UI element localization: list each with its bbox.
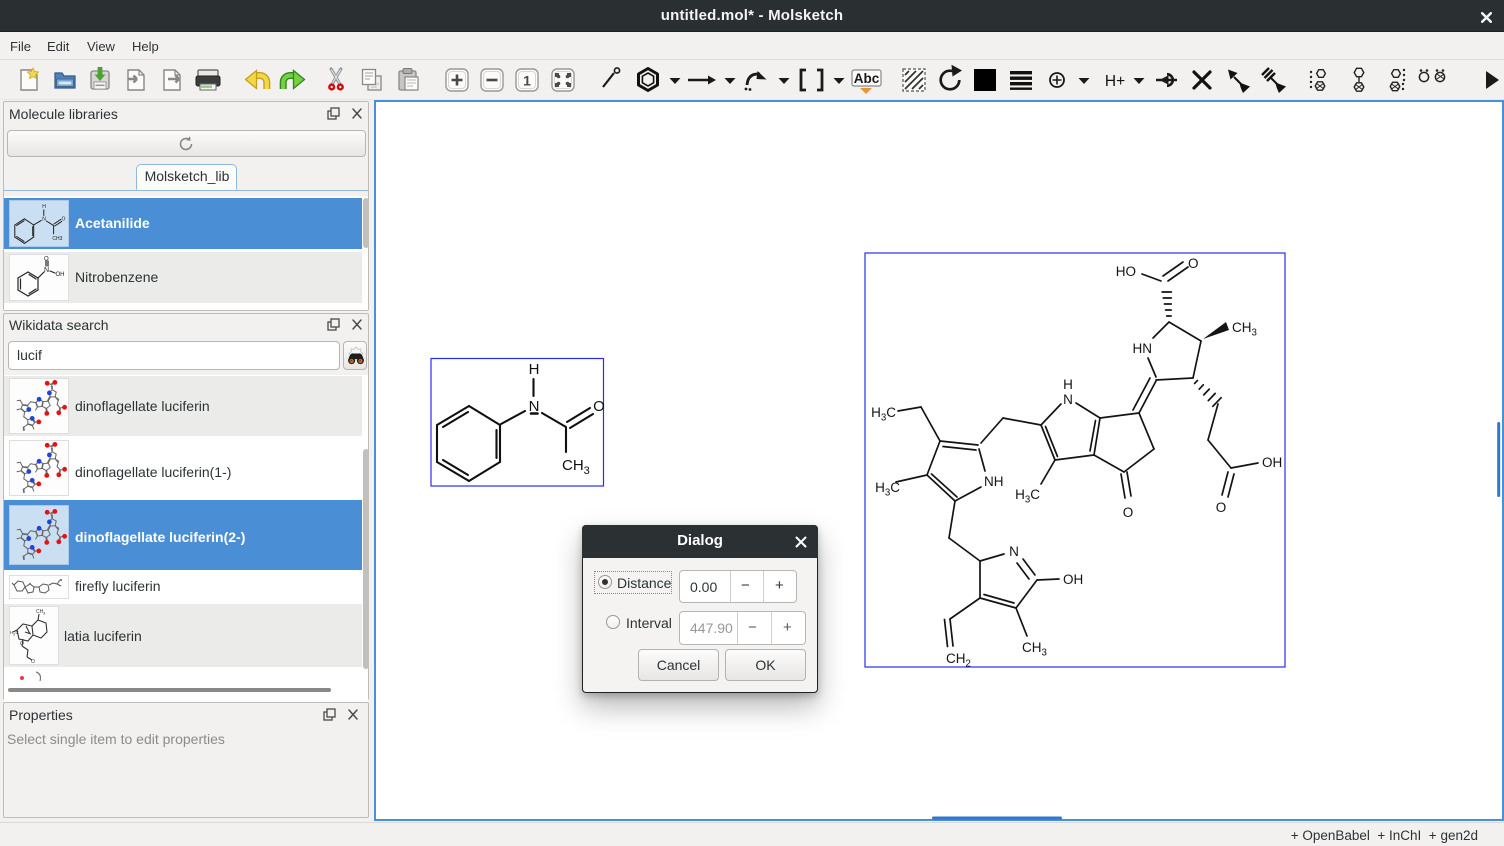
svg-text:1: 1 [523,73,531,89]
svg-text:CH3: CH3 [52,236,62,242]
svg-text:N: N [44,267,49,274]
svg-text:OH: OH [56,272,65,278]
svg-text:N: N [42,216,46,222]
svg-text:H: H [42,204,46,210]
svg-text:Abc: Abc [854,71,880,86]
svg-text:3: 3 [43,611,46,616]
svg-text:O: O [31,659,35,664]
svg-text:O: O [20,641,24,647]
svg-text:H+: H+ [1105,73,1125,90]
svg-text:O: O [44,257,49,263]
svg-text:C: C [16,630,20,635]
svg-text:O: O [62,216,66,222]
